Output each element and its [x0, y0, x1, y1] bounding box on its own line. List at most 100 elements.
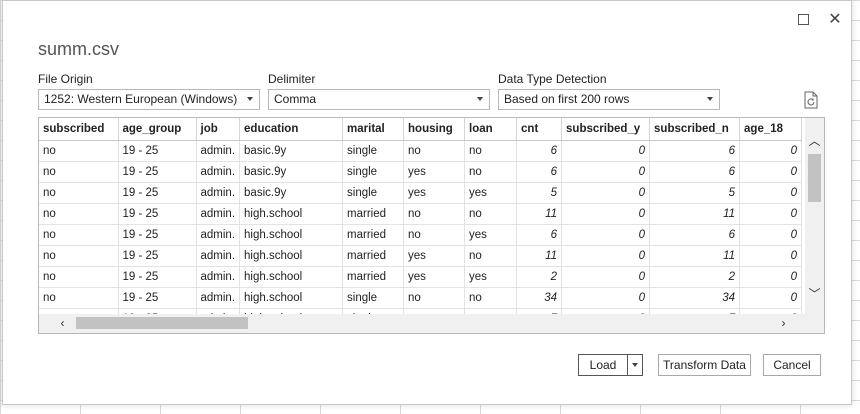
- cancel-button[interactable]: Cancel: [763, 354, 821, 376]
- vertical-scroll-thumb[interactable]: [808, 154, 821, 202]
- delimiter-value: Comma: [274, 92, 317, 106]
- table-cell: 19 - 25: [118, 245, 197, 267]
- table-cell: yes: [403, 182, 466, 204]
- table-cell: no: [403, 203, 466, 225]
- column-header-age-18[interactable]: age_18: [739, 118, 803, 141]
- table-cell: 19 - 25: [118, 287, 197, 309]
- table-cell: 6: [649, 224, 741, 246]
- table-cell: no: [39, 224, 119, 246]
- column-header-housing[interactable]: housing: [403, 118, 466, 141]
- column-header-cnt[interactable]: cnt: [516, 118, 563, 141]
- table-cell: 19 - 25: [118, 203, 197, 225]
- table-row: no 19 - 25 admin. high.school married yes no 11…: [39, 245, 803, 267]
- table-cell: yes: [464, 182, 518, 204]
- table-cell: single: [342, 161, 405, 183]
- table-cell: 0: [739, 266, 803, 288]
- data-type-detection-label: Data Type Detection: [498, 72, 607, 86]
- table-cell: 0: [561, 182, 651, 204]
- table-cell: admin.: [196, 203, 241, 225]
- table-cell: 11: [516, 203, 563, 225]
- table-row: no 19 - 25 admin. high.school single no no 34 0 3…: [39, 287, 803, 309]
- column-header-subscribed[interactable]: subscribed: [39, 118, 119, 141]
- table-cell: no: [403, 287, 466, 309]
- table-cell: yes: [464, 224, 518, 246]
- table-cell: 0: [561, 287, 651, 309]
- table-cell: yes: [403, 266, 466, 288]
- table-cell: no: [403, 224, 466, 246]
- table-cell: 0: [561, 245, 651, 267]
- file-origin-select[interactable]: 1252: Western European (Windows): [38, 89, 260, 110]
- table-cell: 6: [516, 224, 563, 246]
- preview-table: subscribed age_group job education marital ho…: [39, 118, 803, 314]
- table-row: no 19 - 25 admin. high.school married yes yes 2…: [39, 266, 803, 288]
- data-type-detection-value: Based on first 200 rows: [504, 92, 630, 106]
- table-body: no 19 - 25 admin. basic.9y single no no 6 0 6 0 no 1…: [39, 140, 803, 314]
- table-cell: 5: [516, 182, 563, 204]
- vertical-scrollbar[interactable]: ︿ ﹀: [805, 118, 824, 314]
- table-cell: no: [39, 287, 119, 309]
- column-header-age-group[interactable]: age_group: [118, 118, 197, 141]
- data-preview: subscribed age_group job education marital ho…: [38, 117, 825, 334]
- table-cell: 34: [649, 287, 741, 309]
- table-cell: basic.9y: [239, 182, 344, 204]
- maximize-icon[interactable]: [793, 9, 813, 29]
- table-cell: 0: [739, 182, 803, 204]
- table-row: no 19 - 25 admin. high.school married no no 11 0…: [39, 203, 803, 225]
- table-cell: 19 - 25: [118, 161, 197, 183]
- scroll-up-icon[interactable]: ︿: [808, 135, 821, 148]
- data-type-detection-select[interactable]: Based on first 200 rows: [498, 89, 720, 110]
- table-cell: admin.: [196, 287, 241, 309]
- table-cell: married: [342, 266, 405, 288]
- delimiter-select[interactable]: Comma: [268, 89, 490, 110]
- horizontal-scroll-thumb[interactable]: [76, 317, 248, 329]
- table-row: no 19 - 25 admin. basic.9y single yes no 6 0 6 0: [39, 161, 803, 183]
- scroll-left-icon[interactable]: ‹: [56, 317, 69, 330]
- table-cell: admin.: [196, 224, 241, 246]
- column-header-loan[interactable]: loan: [464, 118, 518, 141]
- scroll-down-icon[interactable]: ﹀: [808, 288, 821, 301]
- horizontal-scrollbar[interactable]: ‹ ›: [39, 314, 805, 333]
- table-cell: 5: [649, 182, 741, 204]
- table-cell: 0: [561, 161, 651, 183]
- table-cell: admin.: [196, 161, 241, 183]
- table-cell: no: [39, 140, 119, 162]
- table-cell: no: [39, 161, 119, 183]
- column-header-job[interactable]: job: [196, 118, 241, 141]
- file-origin-value: 1252: Western European (Windows): [44, 92, 238, 106]
- table-cell: no: [39, 182, 119, 204]
- table-cell: single: [342, 140, 405, 162]
- chevron-down-icon: [707, 97, 713, 101]
- file-origin-label: File Origin: [38, 72, 93, 86]
- table-cell: high.school: [239, 287, 344, 309]
- load-options-button[interactable]: [627, 354, 643, 376]
- column-header-subscribed-y[interactable]: subscribed_y: [561, 118, 651, 141]
- scrollbar-corner: [805, 314, 824, 333]
- column-header-subscribed-n[interactable]: subscribed_n: [649, 118, 741, 141]
- column-header-education[interactable]: education: [239, 118, 344, 141]
- table-cell: admin.: [196, 140, 241, 162]
- transform-data-button[interactable]: Transform Data: [658, 354, 751, 376]
- delimiter-label: Delimiter: [268, 72, 316, 86]
- load-button[interactable]: Load: [578, 354, 628, 376]
- table-cell: 6: [516, 140, 563, 162]
- table-cell: no: [464, 140, 518, 162]
- chevron-down-icon: [632, 363, 638, 367]
- table-cell: 0: [739, 245, 803, 267]
- table-cell: basic.9y: [239, 140, 344, 162]
- column-header-marital[interactable]: marital: [342, 118, 405, 141]
- table-cell: yes: [464, 266, 518, 288]
- table-cell: yes: [403, 245, 466, 267]
- table-cell: 6: [649, 140, 741, 162]
- table-cell: 2: [649, 266, 741, 288]
- refresh-file-icon[interactable]: [803, 91, 819, 109]
- table-cell: married: [342, 203, 405, 225]
- table-cell: no: [464, 203, 518, 225]
- scroll-right-icon[interactable]: ›: [777, 317, 790, 330]
- table-cell: high.school: [239, 203, 344, 225]
- table-cell: single: [342, 182, 405, 204]
- table-cell: 19 - 25: [118, 266, 197, 288]
- close-icon[interactable]: ✕: [825, 9, 845, 29]
- table-cell: no: [39, 203, 119, 225]
- table-cell: 0: [561, 203, 651, 225]
- table-cell: 19 - 25: [118, 140, 197, 162]
